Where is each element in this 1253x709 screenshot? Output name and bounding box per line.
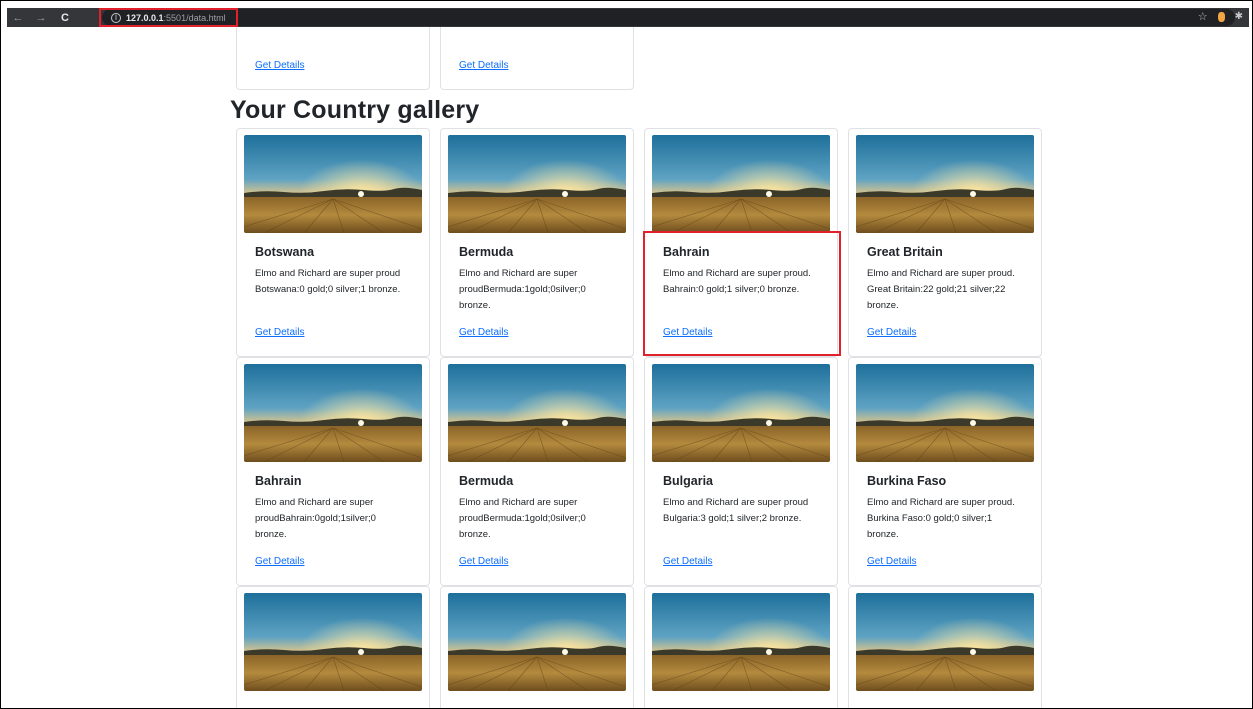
country-card: Great Britain Elmo and Richard are super… <box>848 128 1042 357</box>
card-image <box>448 135 626 233</box>
extension-icon[interactable] <box>1217 11 1225 22</box>
get-details-link[interactable]: Get Details <box>255 60 304 71</box>
get-details-link[interactable]: Get Details <box>459 556 508 567</box>
card-image <box>244 364 422 462</box>
card-image <box>448 364 626 462</box>
card-title: Bahrain <box>255 474 302 488</box>
top-stub-card: Get Details <box>440 27 634 90</box>
card-title: Bermuda <box>459 245 514 259</box>
address-bar[interactable]: i 127.0.0.1:5501/data.html <box>102 9 1235 26</box>
country-card: Botswana Elmo and Richard are super prou… <box>236 128 430 357</box>
country-card: Bermuda Elmo and Richard are super proud… <box>440 128 634 357</box>
sunset-field-image <box>244 593 422 691</box>
get-details-link[interactable]: Get Details <box>663 556 712 567</box>
toolbar-actions: ☆ ✱ <box>1198 10 1243 23</box>
card-image <box>856 593 1034 691</box>
top-stub-card: Get Details <box>236 27 430 90</box>
country-card-partial <box>440 586 634 708</box>
browser-toolbar: ← → C i 127.0.0.1:5501/data.html ☆ ✱ <box>7 8 1249 27</box>
puzzle-icon[interactable]: ✱ <box>1235 11 1243 22</box>
card-title: Great Britain <box>867 245 943 259</box>
country-card-partial <box>848 586 1042 708</box>
sunset-field-image <box>652 593 830 691</box>
card-text: Elmo and Richard are super proudBahrain:… <box>255 497 376 540</box>
get-details-link[interactable]: Get Details <box>255 556 304 567</box>
card-text: Elmo and Richard are super proud. Burkin… <box>867 497 1015 540</box>
card-highlight-box <box>643 231 841 356</box>
card-image <box>652 135 830 233</box>
sunset-field-image <box>652 364 830 462</box>
get-details-link[interactable]: Get Details <box>459 327 508 338</box>
bookmark-star-icon[interactable]: ☆ <box>1198 10 1208 23</box>
card-text: Elmo and Richard are super proud. Great … <box>867 268 1015 311</box>
country-card: Bahrain Elmo and Richard are super proud… <box>236 357 430 586</box>
country-card: Bulgaria Elmo and Richard are super prou… <box>644 357 838 586</box>
get-details-link[interactable]: Get Details <box>255 327 304 338</box>
card-title: Bermuda <box>459 474 514 488</box>
sunset-field-image <box>448 364 626 462</box>
card-image <box>244 135 422 233</box>
sunset-field-image <box>856 135 1034 233</box>
card-text: Elmo and Richard are super proud Bulgari… <box>663 497 809 524</box>
sunset-field-image <box>448 593 626 691</box>
sunset-field-image <box>652 135 830 233</box>
card-image <box>244 593 422 691</box>
sunset-field-image <box>448 135 626 233</box>
page-content: Get Details Get Details Your Country gal… <box>7 27 1249 708</box>
card-text: Elmo and Richard are super proudBermuda:… <box>459 497 586 540</box>
country-card: Bermuda Elmo and Richard are super proud… <box>440 357 634 586</box>
back-arrow-icon[interactable]: ← <box>11 11 25 25</box>
card-title: Burkina Faso <box>867 474 947 488</box>
card-text: Elmo and Richard are super proud Botswan… <box>255 268 401 295</box>
country-card-partial <box>644 586 838 708</box>
get-details-link[interactable]: Get Details <box>867 556 916 567</box>
country-card: Burkina Faso Elmo and Richard are super … <box>848 357 1042 586</box>
window-top-strip <box>7 1 1252 8</box>
sunset-field-image <box>244 135 422 233</box>
sunset-field-image <box>856 364 1034 462</box>
sunset-field-image <box>856 593 1034 691</box>
reload-icon[interactable]: C <box>58 11 72 25</box>
gallery-heading: Your Country gallery <box>230 96 480 124</box>
sunset-field-image <box>244 364 422 462</box>
get-details-link[interactable]: Get Details <box>867 327 916 338</box>
card-text: Elmo and Richard are super proudBermuda:… <box>459 268 586 311</box>
country-card-partial <box>236 586 430 708</box>
forward-arrow-icon[interactable]: → <box>34 11 48 25</box>
card-title: Botswana <box>255 245 315 259</box>
card-image <box>652 593 830 691</box>
card-image <box>652 364 830 462</box>
card-title: Bulgaria <box>663 474 714 488</box>
url-highlight-box <box>99 8 238 27</box>
card-image <box>856 135 1034 233</box>
screenshot-frame: ← → C i 127.0.0.1:5501/data.html ☆ ✱ Get… <box>0 0 1253 709</box>
card-image <box>448 593 626 691</box>
card-image <box>856 364 1034 462</box>
get-details-link[interactable]: Get Details <box>459 60 508 71</box>
